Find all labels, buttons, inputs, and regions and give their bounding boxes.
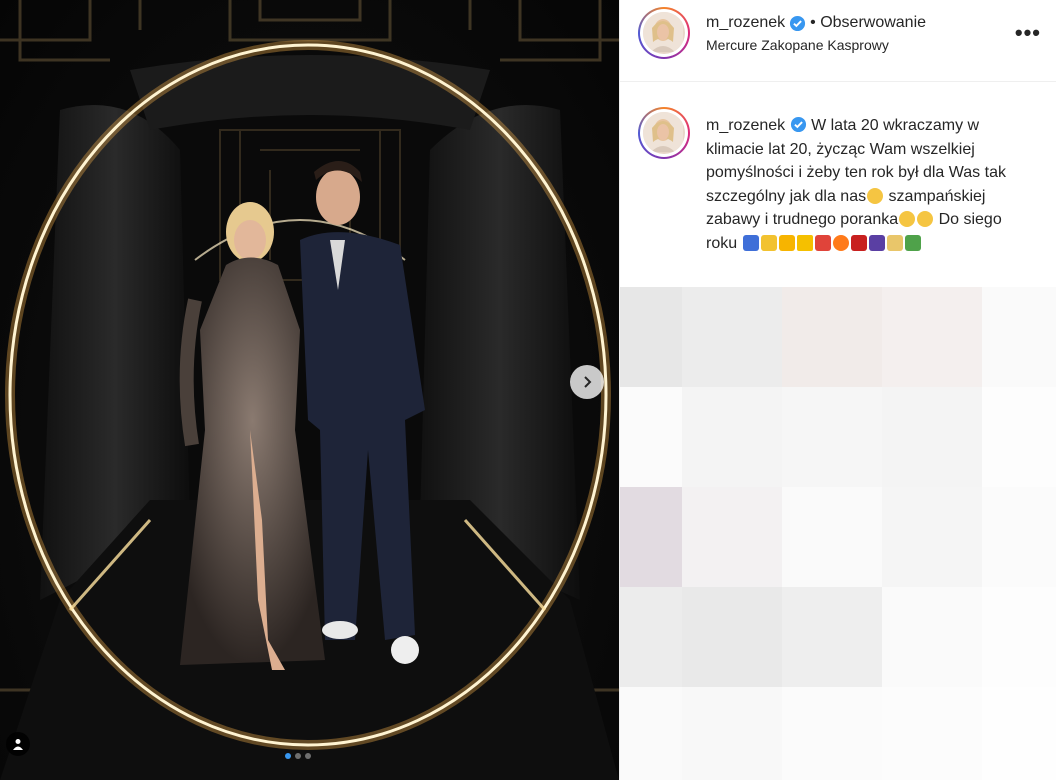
verified-badge-icon	[790, 116, 806, 133]
carousel-indicator	[285, 753, 311, 759]
post-side-panel: m_rozenek • Obserwowanie Mercure Zakopan…	[619, 0, 1056, 780]
post-photo[interactable]	[0, 0, 619, 780]
avatar[interactable]	[638, 7, 690, 59]
collision-emoji-icon	[814, 234, 831, 251]
tagged-people-button[interactable]	[6, 732, 30, 756]
dancer-emoji-icon	[850, 234, 867, 251]
comments-area-blurred	[620, 287, 1056, 780]
wink-emoji-icon	[899, 211, 916, 227]
post-header: m_rozenek • Obserwowanie Mercure Zakopan…	[620, 0, 1056, 82]
location-link[interactable]: Mercure Zakopane Kasprowy	[706, 37, 889, 53]
more-options-button[interactable]: •••	[1015, 20, 1041, 46]
username-link[interactable]: m_rozenek	[706, 14, 785, 32]
fire-emoji-icon	[832, 234, 849, 251]
sparkler-emoji-icon	[760, 234, 777, 251]
caption-username[interactable]: m_rozenek	[706, 117, 785, 134]
post-caption: m_rozenek W lata 20 wkraczamy w klimacie…	[706, 114, 1036, 255]
following-button[interactable]: • Obserwowanie	[810, 14, 926, 32]
avatar-image	[643, 112, 683, 152]
header-user-line: m_rozenek • Obserwowanie	[706, 14, 926, 32]
sparkle-emoji-icon	[778, 234, 795, 251]
photo-scene	[0, 0, 619, 780]
champagne-emoji-icon	[904, 234, 921, 251]
grimace-emoji-icon	[917, 211, 934, 227]
clinking-glasses-emoji-icon	[886, 234, 903, 251]
carousel-dot	[305, 753, 311, 759]
carousel-dot	[295, 753, 301, 759]
grin-emoji-icon	[867, 187, 884, 204]
star-emoji-icon	[796, 234, 813, 251]
carousel-next-button[interactable]	[570, 365, 604, 399]
caption-avatar[interactable]	[638, 107, 690, 159]
car-emoji-icon	[742, 234, 759, 251]
verified-badge-icon	[790, 15, 806, 31]
carousel-dot	[285, 753, 291, 759]
avatar-image	[643, 12, 683, 52]
person-tag-icon	[13, 739, 23, 750]
chevron-right-icon	[584, 376, 592, 388]
emoji-row	[742, 234, 922, 252]
dancer-man-emoji-icon	[868, 234, 885, 251]
